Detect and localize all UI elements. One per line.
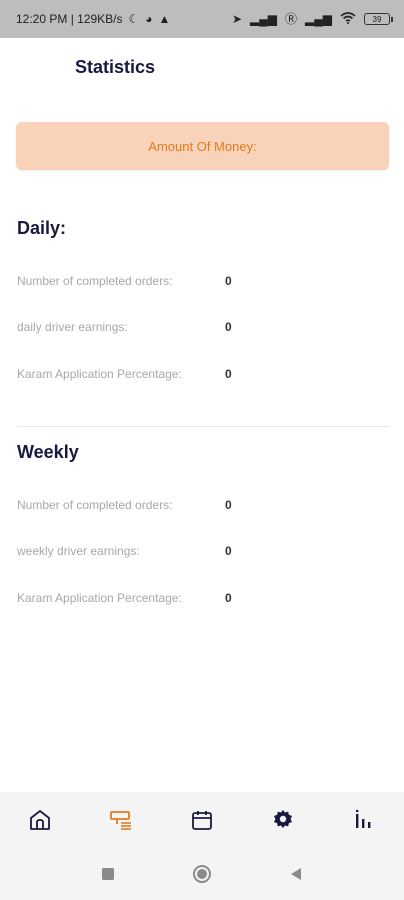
row-value: 0 [225,544,232,558]
row-label: Number of completed orders: [17,274,173,288]
battery-icon: 39 [364,13,393,25]
circle-icon [192,864,212,889]
status-left: 12:20 PM | 129KB/s ☾ ◕ ▲ [16,12,170,26]
amount-card: Amount Of Money: [16,122,389,170]
app-notification-icon: ◕ [145,12,153,26]
row-label: daily driver earnings: [17,320,128,334]
page-title: Statistics [75,57,156,77]
daily-row-app-percentage: Karam Application Percentage: 0 [17,367,247,381]
row-value: 0 [225,320,232,334]
calendar-icon [190,808,214,837]
orders-icon [109,808,133,837]
row-value: 0 [225,498,232,512]
weekly-title: Weekly [17,442,79,462]
weekly-row-app-percentage: Karam Application Percentage: 0 [17,591,247,605]
status-bar: 12:20 PM | 129KB/s ☾ ◕ ▲ ➤ ▂▄▆ Ⓡ ▂▄▆ 39 [0,0,404,38]
nav-calendar[interactable] [182,802,222,842]
row-value: 0 [225,591,232,605]
row-label: Karam Application Percentage: [17,367,182,381]
roaming-icon: Ⓡ [285,12,298,26]
back-button[interactable] [284,864,308,888]
row-label: weekly driver earnings: [17,544,140,558]
home-system-button[interactable] [190,864,214,888]
status-time: 12:20 PM | 129KB/s [16,12,123,26]
signal-icon: ▂▄▆ [250,12,278,26]
system-nav [0,852,404,900]
weekly-row-completed-orders: Number of completed orders: 0 [17,498,247,512]
bottom-nav [0,792,404,852]
row-value: 0 [225,274,232,288]
section-divider [17,426,390,427]
recent-apps-button[interactable] [96,864,120,888]
warning-icon: ▲ [158,12,171,26]
row-label: Karam Application Percentage: [17,591,182,605]
daily-title: Daily: [17,218,67,238]
square-icon [101,867,115,886]
home-icon [28,808,52,837]
moon-icon: ☾ [128,12,140,26]
status-right: ➤ ▂▄▆ Ⓡ ▂▄▆ 39 [231,12,393,26]
location-icon: ➤ [231,12,243,26]
back-triangle-icon [289,867,303,886]
nav-home[interactable] [20,802,60,842]
nav-orders[interactable] [101,802,141,842]
weekly-row-driver-earnings: weekly driver earnings: 0 [17,544,247,558]
row-label: Number of completed orders: [17,498,173,512]
daily-row-completed-orders: Number of completed orders: 0 [17,274,247,288]
battery-level: 39 [372,14,382,24]
statistics-icon [352,808,376,837]
nav-settings[interactable] [263,802,303,842]
row-value: 0 [225,367,232,381]
nav-statistics[interactable] [344,802,384,842]
amount-label: Amount Of Money: [148,138,257,154]
signal-2-icon: ▂▄▆ [305,12,332,26]
daily-row-driver-earnings: daily driver earnings: 0 [17,320,247,334]
settings-icon [271,808,295,837]
wifi-icon [340,12,356,26]
